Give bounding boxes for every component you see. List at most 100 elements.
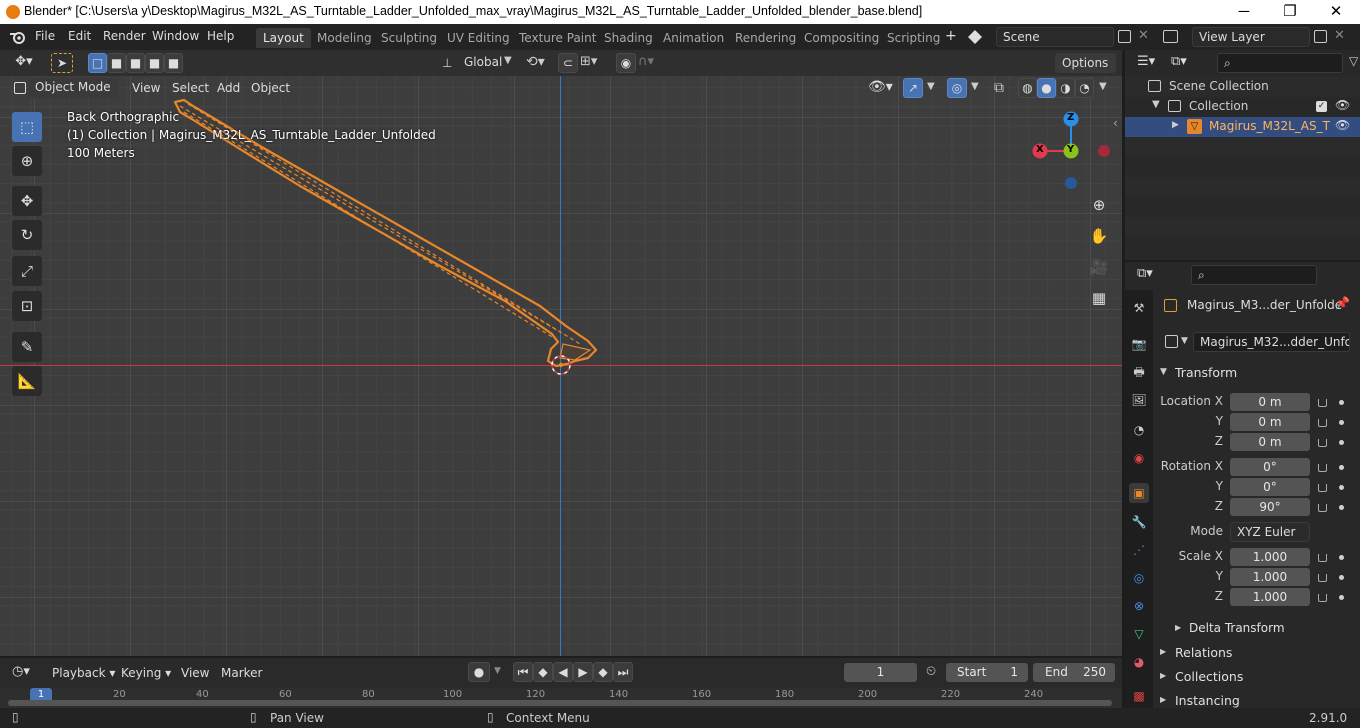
- exclude-checkbox[interactable]: ✓: [1316, 101, 1327, 112]
- view-layer-field[interactable]: View Layer: [1192, 27, 1310, 47]
- viewport-menu-object[interactable]: Object: [251, 81, 290, 95]
- keyframe-dot-icon[interactable]: [1339, 555, 1344, 560]
- scale-y-field[interactable]: 1.000: [1230, 568, 1310, 586]
- menu-help[interactable]: Help: [207, 29, 234, 43]
- viewport-menu-view[interactable]: View: [132, 81, 160, 95]
- proportional-edit-icon[interactable]: ◉: [616, 53, 636, 73]
- wireframe-shading-icon[interactable]: ◍: [1018, 78, 1037, 98]
- snap-target-icon[interactable]: ⊞▾: [580, 54, 597, 69]
- options-dropdown[interactable]: Options: [1055, 53, 1116, 73]
- chevron-down-icon[interactable]: ▼: [494, 666, 501, 676]
- tab-layout[interactable]: Layout: [256, 28, 311, 48]
- tab-shading[interactable]: Shading: [597, 28, 660, 48]
- transform-panel-header[interactable]: ▼ Transform: [1125, 362, 1360, 384]
- minimize-button[interactable]: ─: [1221, 0, 1267, 24]
- mode-subtract-icon[interactable]: ■: [126, 53, 145, 73]
- add-workspace-icon[interactable]: +: [945, 28, 957, 44]
- mode-intersect-icon[interactable]: ■: [164, 53, 183, 73]
- falloff-icon[interactable]: ∩▾: [638, 54, 654, 69]
- rotation-z-field[interactable]: 90°: [1230, 498, 1310, 516]
- record-keyframes-icon[interactable]: ●: [468, 662, 490, 682]
- rendered-shading-icon[interactable]: ◔: [1075, 78, 1094, 98]
- solid-shading-icon[interactable]: ●: [1037, 78, 1056, 98]
- lock-icon[interactable]: [1318, 399, 1327, 407]
- delta-transform-header[interactable]: ▶ Delta Transform: [1125, 618, 1360, 640]
- lock-icon[interactable]: [1318, 594, 1327, 602]
- perspective-grid-icon[interactable]: ▦: [1086, 285, 1112, 311]
- delete-scene-icon[interactable]: ✕: [1138, 28, 1149, 43]
- material-shading-icon[interactable]: ◑: [1056, 78, 1075, 98]
- timeline-ruler[interactable]: 1 20 40 60 80 100 120 140 160 180 200 22…: [0, 688, 1122, 708]
- constraints-tab-icon[interactable]: ⊗: [1129, 596, 1149, 616]
- outliner-row-scene-collection[interactable]: Scene Collection: [1125, 77, 1360, 97]
- chevron-right-icon[interactable]: ▶: [1172, 120, 1179, 130]
- mode-new-icon[interactable]: □: [88, 53, 107, 73]
- zoom-icon[interactable]: ⊕: [1086, 192, 1112, 218]
- lock-icon[interactable]: [1318, 504, 1327, 512]
- lock-icon[interactable]: [1318, 419, 1327, 427]
- cursor-tool-icon[interactable]: ⊕: [12, 146, 42, 176]
- scale-z-field[interactable]: 1.000: [1230, 588, 1310, 606]
- keyframe-dot-icon[interactable]: [1339, 400, 1344, 405]
- world-tab-icon[interactable]: ◉: [1129, 448, 1149, 468]
- lock-icon[interactable]: [1318, 574, 1327, 582]
- viewport-menu-select[interactable]: Select: [172, 81, 209, 95]
- keyframe-dot-icon[interactable]: [1339, 485, 1344, 490]
- tab-modeling[interactable]: Modeling: [310, 28, 379, 48]
- eye-icon[interactable]: 👁: [1335, 98, 1350, 112]
- tab-texture-paint[interactable]: Texture Paint: [512, 28, 603, 48]
- end-frame-field[interactable]: End 250: [1033, 663, 1115, 682]
- mode-dropdown[interactable]: Object Mode: [29, 78, 118, 98]
- scale-x-field[interactable]: 1.000: [1230, 548, 1310, 566]
- play-icon[interactable]: ▶: [573, 662, 593, 682]
- mode-extend-icon[interactable]: ■: [107, 53, 126, 73]
- transform-tool-icon[interactable]: ⊡: [12, 291, 42, 321]
- physics-tab-icon[interactable]: ◎: [1129, 568, 1149, 588]
- menu-file[interactable]: File: [35, 29, 55, 43]
- jump-start-icon[interactable]: ⏮: [513, 662, 533, 682]
- current-frame-field[interactable]: 1: [844, 663, 917, 682]
- chevron-down-icon[interactable]: ▼: [1181, 336, 1188, 346]
- keyframe-dot-icon[interactable]: [1339, 465, 1344, 470]
- keyframe-dot-icon[interactable]: [1339, 440, 1344, 445]
- chevron-down-icon[interactable]: ▼: [971, 81, 979, 92]
- keyframe-dot-icon[interactable]: [1339, 505, 1344, 510]
- 3d-viewport[interactable]: Object Mode View Select Add Object 👁▾ ↗ …: [0, 76, 1122, 656]
- new-scene-icon[interactable]: [1118, 30, 1131, 43]
- editor-type-icon[interactable]: ✥▾: [8, 53, 40, 73]
- keyframe-dot-icon[interactable]: [1339, 420, 1344, 425]
- render-tab-icon[interactable]: 📷: [1129, 334, 1149, 354]
- camera-view-icon[interactable]: 🎥: [1086, 254, 1112, 280]
- particles-tab-icon[interactable]: ⋰: [1129, 540, 1149, 560]
- playback-menu[interactable]: Playback ▾: [52, 666, 115, 680]
- tab-sculpting[interactable]: Sculpting: [374, 28, 444, 48]
- display-mode-icon[interactable]: ⧉▾: [1171, 54, 1187, 69]
- move-tool-icon[interactable]: ✥: [12, 186, 42, 216]
- lock-icon[interactable]: [1318, 439, 1327, 447]
- scene-tab-icon[interactable]: ◔: [1129, 420, 1149, 440]
- pin-icon[interactable]: 📌: [1335, 296, 1350, 310]
- start-frame-field[interactable]: Start 1: [946, 663, 1028, 682]
- timeline-menu-marker[interactable]: Marker: [221, 666, 262, 680]
- selected-object-ladder[interactable]: [0, 76, 1122, 656]
- tab-compositing[interactable]: Compositing: [797, 28, 886, 48]
- next-keyframe-icon[interactable]: ◆: [593, 662, 613, 682]
- snap-toggle-icon[interactable]: ⊂: [558, 53, 578, 73]
- chevron-down-icon[interactable]: ▼: [1152, 99, 1160, 110]
- rotation-x-field[interactable]: 0°: [1230, 458, 1310, 476]
- object-tab-icon[interactable]: ▣: [1129, 483, 1149, 503]
- xray-toggle-icon[interactable]: ⧉: [994, 80, 1004, 96]
- scene-icon[interactable]: [968, 30, 982, 44]
- keying-menu[interactable]: Keying ▾: [121, 666, 171, 680]
- scale-tool-icon[interactable]: ⤢: [12, 256, 42, 286]
- location-y-field[interactable]: 0 m: [1230, 413, 1310, 431]
- overlays-toggle-icon[interactable]: ◎: [947, 78, 967, 98]
- rotation-y-field[interactable]: 0°: [1230, 478, 1310, 496]
- chevron-down-icon[interactable]: ▼: [927, 81, 935, 92]
- delete-view-layer-icon[interactable]: ✕: [1334, 28, 1345, 43]
- keyframe-dot-icon[interactable]: [1339, 575, 1344, 580]
- view-layer-tab-icon[interactable]: 🖼: [1129, 390, 1149, 410]
- chevron-down-icon[interactable]: ▼: [1099, 81, 1107, 92]
- jump-end-icon[interactable]: ⏭: [613, 662, 633, 682]
- outliner-search-input[interactable]: ⌕: [1217, 53, 1343, 73]
